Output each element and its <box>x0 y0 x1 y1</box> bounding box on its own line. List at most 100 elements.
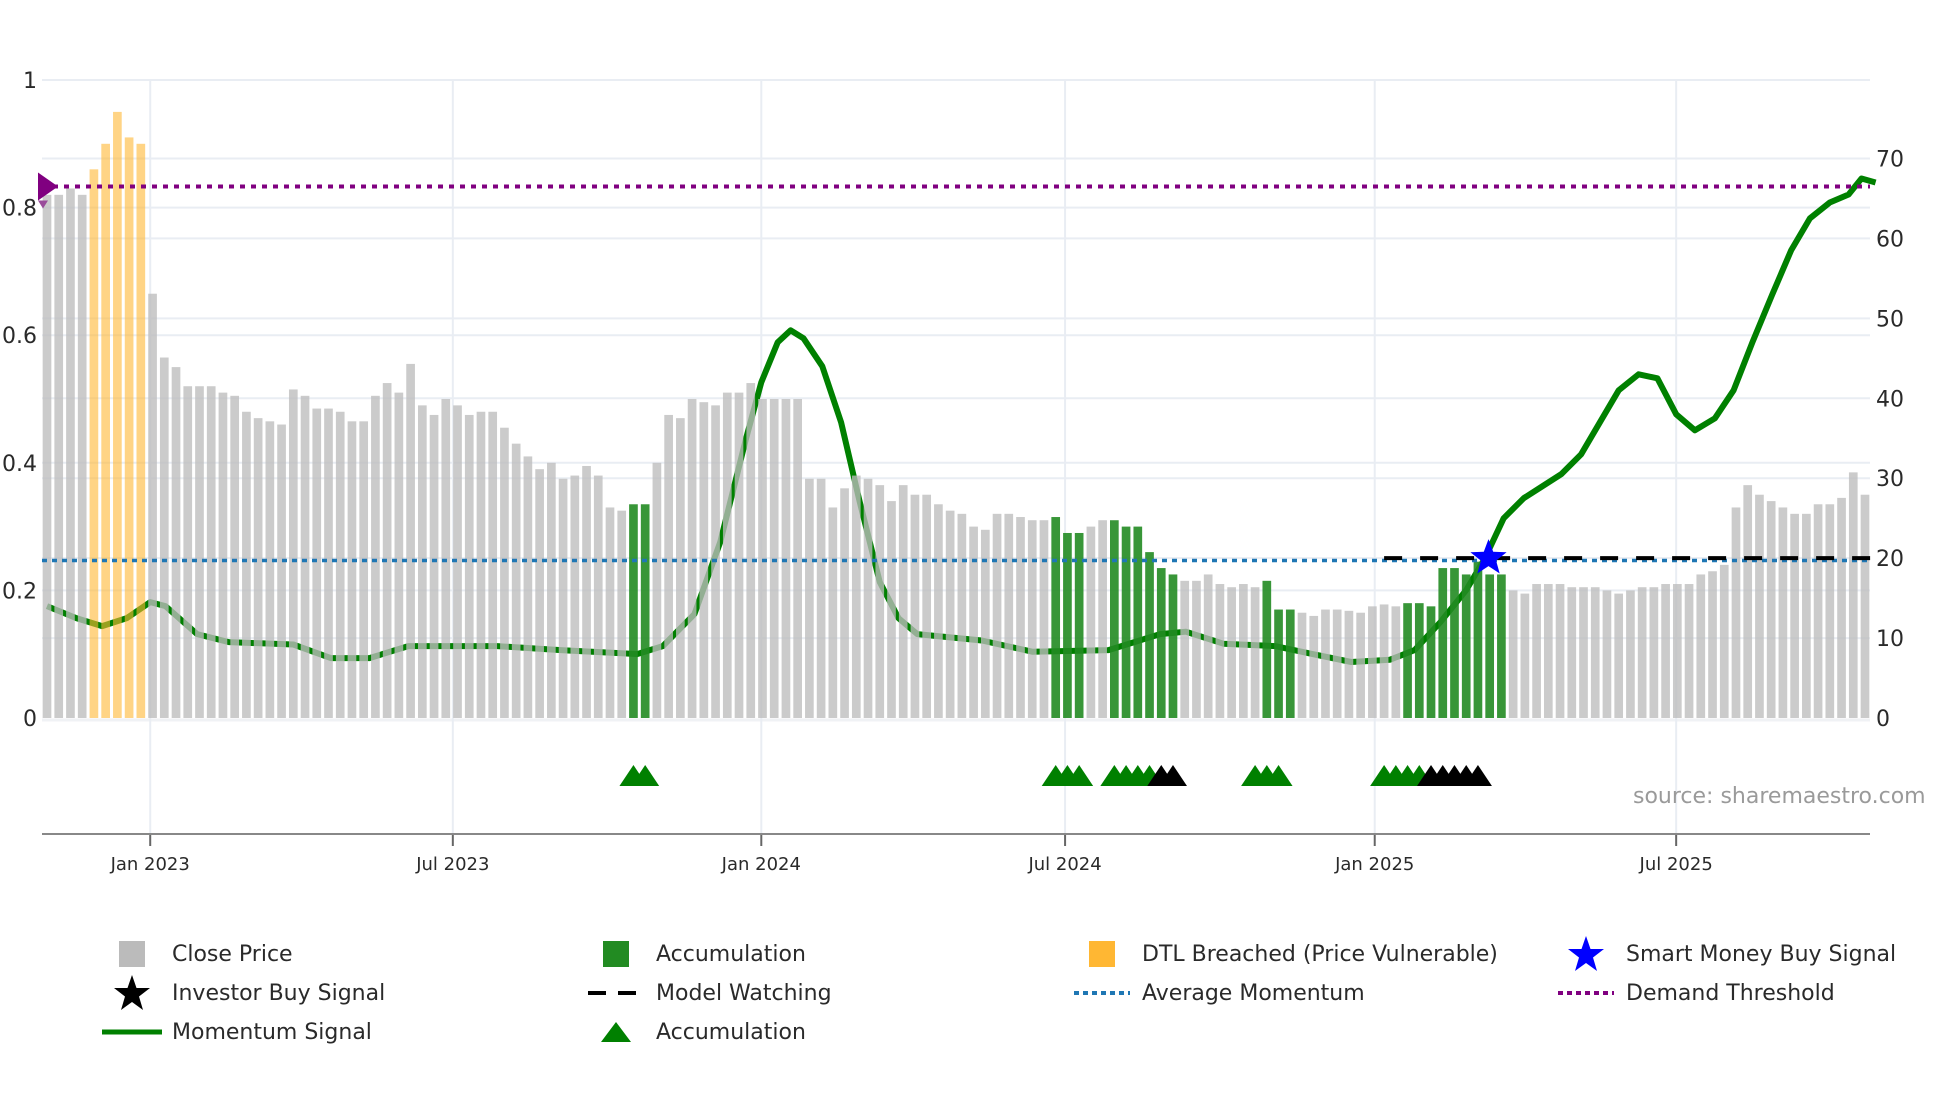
accumulation-bar <box>629 504 638 718</box>
close-price-bar <box>464 414 474 718</box>
close-price-bar <box>1309 615 1319 718</box>
accumulation-bar <box>1051 517 1061 718</box>
close-price-bar <box>922 494 932 718</box>
close-price-bar <box>382 383 392 718</box>
accumulation-bar <box>1285 609 1295 718</box>
dtl-breached-bar <box>101 143 110 719</box>
dtl-breached-bar <box>89 169 99 718</box>
close-price-bar <box>1719 564 1729 718</box>
accumulation-bar <box>1133 526 1143 718</box>
right-tick-label: 10 <box>1876 627 1904 652</box>
accumulation-bar <box>1156 568 1166 718</box>
close-price-bar <box>1344 610 1354 718</box>
close-price-bar <box>547 462 556 718</box>
close-price-bar <box>1614 593 1624 718</box>
close-price-bar <box>1215 584 1225 718</box>
close-price-bar <box>1543 584 1553 718</box>
close-price-bar <box>66 188 75 718</box>
close-price-bar <box>1086 526 1096 718</box>
left-tick-label: 0.8 <box>2 197 37 222</box>
left-tick-label: 0 <box>23 707 37 732</box>
accumulation-bar <box>1414 603 1424 718</box>
axes: 00.20.40.60.81010203040506070Jan 2023 Jul… <box>2 69 1904 875</box>
dtl-breached-bar <box>124 137 134 719</box>
chart: 00.20.40.60.81010203040506070Jan 2023 Jul… <box>2 69 1926 875</box>
close-price-bar <box>1590 587 1600 718</box>
close-price-bar <box>218 392 228 718</box>
close-price-bar <box>1379 604 1389 718</box>
close-price-bar <box>1391 606 1401 718</box>
close-price-bar <box>312 408 322 718</box>
close-price-bar <box>1555 584 1565 718</box>
close-price-bar <box>1731 507 1741 718</box>
right-tick-label: 50 <box>1876 307 1904 332</box>
close-price-bar <box>359 421 369 718</box>
close-price-bar <box>429 414 439 718</box>
close-price-bar <box>1813 504 1823 718</box>
close-price-bar <box>992 513 1002 718</box>
x-tick-label: Jul 2024 <box>1027 854 1101 875</box>
close-price-bar <box>42 194 52 719</box>
close-price-bar <box>746 383 756 718</box>
accumulation-bar <box>1168 574 1178 718</box>
close-price-bar <box>593 475 603 718</box>
dtl-breached-bar <box>136 143 146 719</box>
close-price-bar <box>206 386 216 718</box>
close-price-bar <box>195 386 204 718</box>
close-price-bar <box>863 478 873 718</box>
close-price-bar <box>1027 520 1037 718</box>
right-tick-label: 40 <box>1876 387 1904 412</box>
close-price-bar <box>828 507 838 718</box>
close-price-bar <box>582 465 591 718</box>
close-price-bar <box>758 399 767 718</box>
accumulation-bar <box>1461 574 1471 718</box>
x-tick-label: Jan 2025 <box>1334 854 1414 875</box>
close-price-bar <box>242 411 251 718</box>
accumulation-bar <box>1274 609 1283 718</box>
close-price-bar <box>288 389 298 718</box>
accumulation-bar <box>1473 561 1483 718</box>
close-price-bar <box>1098 520 1107 718</box>
close-price-bar <box>1778 507 1788 718</box>
close-price-bar <box>277 424 286 718</box>
right-tick-label: 0 <box>1876 707 1890 732</box>
close-price-bar <box>957 513 967 718</box>
close-price-bar <box>605 507 615 718</box>
left-tick-label: 1 <box>23 69 37 94</box>
close-price-bar <box>722 392 732 718</box>
accumulation-bar <box>640 504 650 718</box>
accumulation-bar <box>1426 606 1436 718</box>
close-price-bar <box>324 408 333 718</box>
close-price-bar <box>523 456 533 718</box>
close-price-bar <box>805 478 814 718</box>
close-price-bar <box>1649 587 1659 718</box>
close-price-bar <box>1356 612 1365 718</box>
close-price-bar <box>734 392 744 718</box>
close-price-bar <box>769 399 779 718</box>
x-tick-label: Jan 2024 <box>721 854 801 875</box>
close-price-bar <box>1321 609 1330 718</box>
close-price-bar <box>1860 494 1870 718</box>
left-tick-label: 0.4 <box>2 452 37 477</box>
right-tick-label: 30 <box>1876 467 1904 492</box>
close-price-bar <box>77 194 87 719</box>
close-price-bar <box>1250 587 1260 718</box>
close-price-bar <box>1239 584 1248 718</box>
close-price-bar <box>535 469 544 718</box>
close-price-bar <box>1684 584 1694 718</box>
close-price-bar <box>1672 584 1682 718</box>
close-price-bar <box>1192 580 1201 718</box>
close-price-bar <box>840 488 849 718</box>
close-price-bar <box>887 501 896 718</box>
bars <box>42 111 1870 719</box>
dtl-breached-bar <box>113 111 122 718</box>
close-price-bar <box>1637 587 1647 718</box>
left-tick-label: 0.2 <box>2 579 37 604</box>
close-price-bar <box>148 293 157 718</box>
close-price-bar <box>1579 587 1588 718</box>
close-price-bar <box>394 392 404 718</box>
close-price-bar <box>1743 485 1753 718</box>
close-price-bar <box>898 485 908 718</box>
close-price-bar <box>793 399 802 718</box>
close-price-bar <box>617 510 627 718</box>
